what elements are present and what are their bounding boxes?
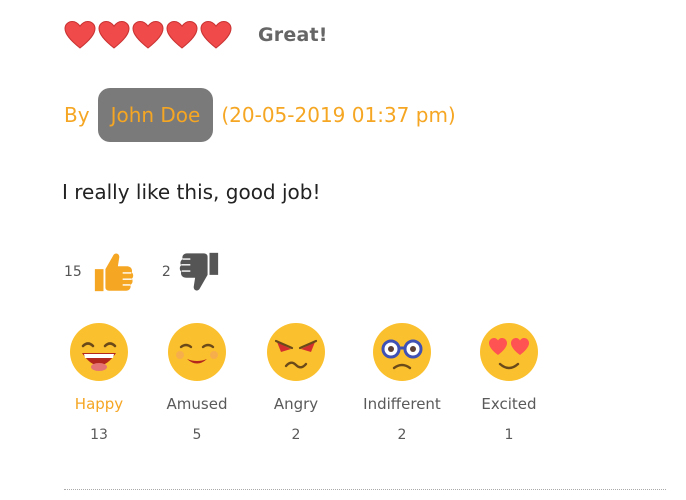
amused-face-icon[interactable] [167,322,227,382]
reaction-count: 2 [291,427,301,443]
vote-bar: 15 2 [64,248,221,296]
heart-icon [132,20,164,49]
thumbs-up-icon[interactable] [92,249,138,295]
heart-icon [98,20,130,49]
happy-face-icon[interactable] [69,322,129,382]
review-byline: By John Doe (20-05-2019 01:37 pm) [64,88,456,142]
excited-face-icon[interactable] [479,322,539,382]
reaction-angry[interactable]: Angry 2 [236,322,356,443]
reaction-count: 1 [504,427,514,443]
heart-icon [166,20,198,49]
rating-row: Great! [64,18,328,52]
indifferent-face-icon[interactable] [372,322,432,382]
divider [64,489,666,490]
rating-hearts [64,20,232,50]
heart-icon [200,20,232,49]
reaction-indifferent[interactable]: Indifferent 2 [342,322,462,443]
author-name[interactable]: John Doe [97,88,214,142]
review-date: (20-05-2019 01:37 pm) [221,103,456,127]
by-label: By [64,103,90,127]
reaction-label: Excited [481,395,537,413]
reaction-label: Indifferent [363,395,441,413]
review-comment: I really like this, good job! [62,180,321,204]
upvote-count: 15 [64,264,82,280]
reaction-excited[interactable]: Excited 1 [449,322,569,443]
review-title: Great! [258,24,328,46]
downvote-count: 2 [161,264,171,280]
angry-face-icon[interactable] [266,322,326,382]
thumbs-down-icon[interactable] [175,249,221,295]
reaction-count: 2 [397,427,407,443]
reaction-label: Angry [273,395,319,413]
heart-icon [64,20,96,49]
